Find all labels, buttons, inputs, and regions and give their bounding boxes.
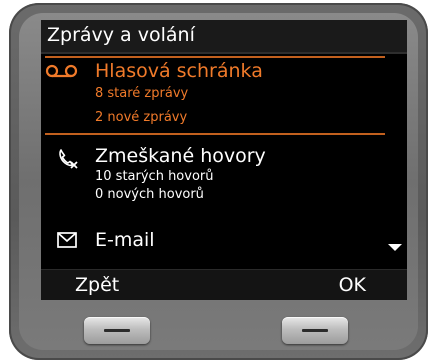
- screen-title: Zprávy a volání: [41, 20, 407, 54]
- list-item-detail: 2 nové zprávy: [95, 110, 188, 125]
- softkey-left-label: Zpět: [75, 274, 120, 296]
- left-softkey-button[interactable]: [84, 317, 150, 344]
- list-item-title: Zmeškané hovory: [95, 145, 266, 167]
- voicemail-icon: [45, 63, 81, 82]
- list-item-missed-calls[interactable]: Zmeškané hovory 10 starých hovorů 0 nový…: [41, 142, 407, 212]
- selection-separator: [45, 133, 385, 135]
- list-item-title: E-mail: [95, 229, 155, 251]
- softkey-right-label: OK: [338, 274, 366, 296]
- softkey-bar: Zpět OK: [41, 269, 407, 300]
- scroll-down-icon: [388, 244, 402, 251]
- list-item-email[interactable]: E-mail: [41, 226, 407, 262]
- list-item-title: Hlasová schránka: [95, 60, 263, 82]
- missed-call-icon: [57, 147, 79, 173]
- right-softkey-button[interactable]: [282, 317, 348, 344]
- list-item-detail: 0 nových hovorů: [95, 187, 204, 202]
- list-item-detail: 10 starých hovorů: [95, 169, 214, 184]
- list-item-voicemail[interactable]: Hlasová schránka 8 staré zprávy 2 nové z…: [41, 57, 407, 132]
- phone-display: Zprávy a volání Hlasová schránka 8 staré…: [41, 20, 407, 300]
- envelope-icon: [57, 232, 77, 252]
- list-item-detail: 8 staré zprávy: [95, 86, 189, 101]
- selection-separator: [45, 56, 385, 58]
